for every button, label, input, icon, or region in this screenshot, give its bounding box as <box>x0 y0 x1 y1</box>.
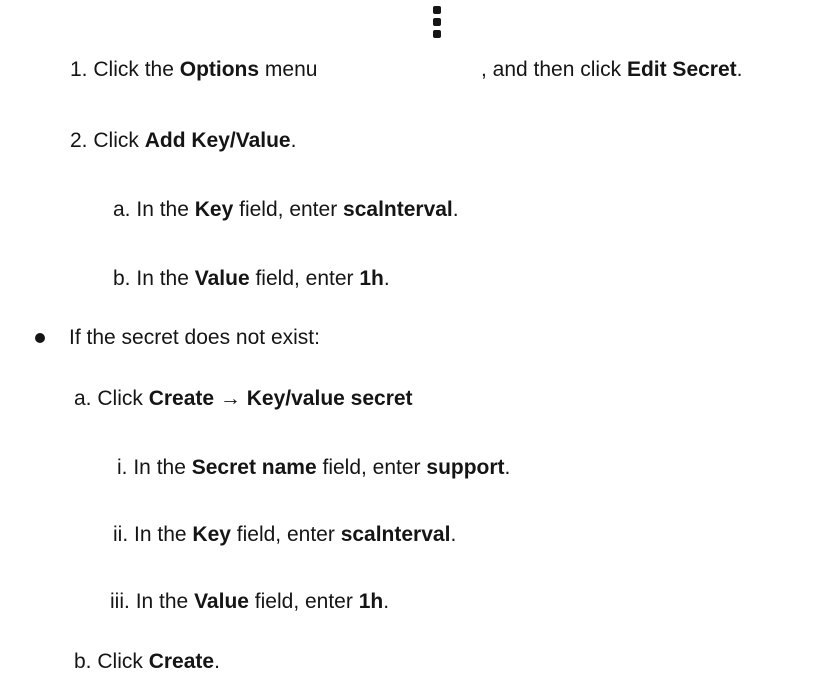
step-number: 1. <box>70 58 88 81</box>
step-text: Click the <box>93 58 174 81</box>
secret-name-value: support <box>426 456 505 479</box>
step-text: In the <box>136 267 189 290</box>
create-label: Create <box>148 387 215 410</box>
punctuation: . <box>452 198 459 221</box>
key-value: scalnterval <box>340 523 451 546</box>
step-text: field, enter <box>254 590 353 613</box>
step-text: field, enter <box>322 456 421 479</box>
punctuation: . <box>290 129 297 152</box>
step-number: a. <box>113 198 131 221</box>
kv-secret-label: Key/value secret <box>246 387 413 410</box>
step-1: 1. Click the Options menu <box>70 56 317 84</box>
step-text: Click <box>93 129 139 152</box>
step-1-continued: , and then click Edit Secret. <box>481 56 743 84</box>
step-number: a. <box>74 387 92 410</box>
punctuation: . <box>736 58 743 81</box>
kebab-vertical-icon <box>432 6 442 42</box>
secret-name-label: Secret name <box>191 456 317 479</box>
step-text: , and then click <box>481 58 622 81</box>
punctuation: . <box>450 523 457 546</box>
options-label: Options <box>179 58 260 81</box>
punctuation: . <box>383 267 390 290</box>
key-value: scalnterval <box>343 198 453 221</box>
value-value: 1h <box>359 267 384 290</box>
value-value: 1h <box>358 590 384 613</box>
step-text: menu <box>264 58 318 81</box>
step-text: Click <box>97 387 143 410</box>
create-label: Create <box>148 650 215 673</box>
add-key-value-label: Add Key/Value <box>144 129 291 152</box>
step-text: In the <box>135 590 189 613</box>
bullet-label: If the secret does not exist: <box>69 326 320 349</box>
sub-step-b: b. Click Create. <box>74 648 220 676</box>
bullet-dot <box>35 333 45 343</box>
value-label: Value <box>194 267 250 290</box>
step-number: 2. <box>70 129 88 152</box>
step-text: field, enter <box>239 198 338 221</box>
step-number: b. <box>74 650 92 673</box>
step-number: ii. <box>113 523 129 546</box>
step-text: field, enter <box>255 267 354 290</box>
punctuation: . <box>214 650 220 673</box>
step-text: field, enter <box>236 523 335 546</box>
key-label: Key <box>194 198 234 221</box>
sub-step-iii: iii. In the Value field, enter 1h. <box>110 588 389 616</box>
punctuation: . <box>383 590 390 613</box>
sub-step-ii: ii. In the Key field, enter scalnterval. <box>113 521 456 549</box>
value-label: Value <box>194 590 249 613</box>
punctuation: . <box>504 456 511 479</box>
step-2: 2. Click Add Key/Value. <box>70 127 296 155</box>
step-number: i. <box>117 456 128 479</box>
step-text: In the <box>133 456 186 479</box>
step-2b: b. In the Value field, enter 1h. <box>113 265 390 293</box>
step-text: Click <box>97 650 143 673</box>
bullet-text: If the secret does not exist: <box>69 324 320 352</box>
step-number: b. <box>113 267 131 290</box>
key-label: Key <box>192 523 231 546</box>
step-number: iii. <box>110 590 130 613</box>
sub-step-a: a. Click Create → Key/value secret <box>74 385 413 413</box>
arrow-glyph: → <box>219 387 241 410</box>
step-text: In the <box>136 198 189 221</box>
sub-step-i: i. In the Secret name field, enter suppo… <box>117 454 510 482</box>
step-text: In the <box>134 523 187 546</box>
step-2a: a. In the Key field, enter scalnterval. <box>113 196 459 224</box>
edit-secret-label: Edit Secret <box>626 58 737 81</box>
